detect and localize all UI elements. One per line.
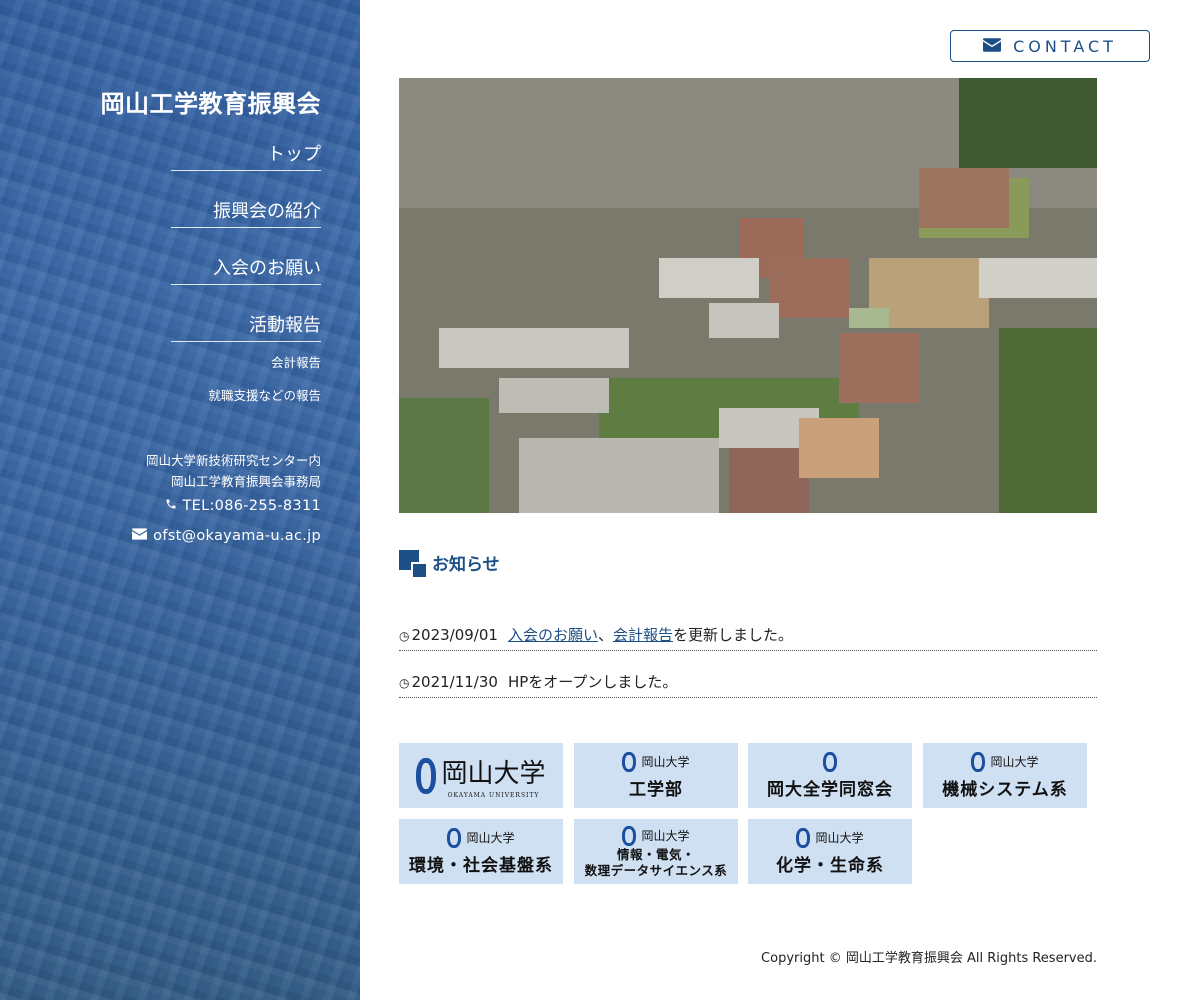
news-separator: 、 — [597, 626, 613, 644]
news-heading: お知らせ — [399, 550, 500, 577]
email-text: ofst@okayama-u.ac.jp — [153, 528, 321, 544]
banner-uni-name: 岡山大学 — [641, 755, 690, 769]
banner-label: 工学部 — [629, 779, 683, 800]
clock-icon: ◷ — [399, 629, 410, 643]
university-emblem-icon — [416, 757, 437, 794]
news-item: ◷ 2021/11/30 HPをオープンしました。 — [399, 671, 1097, 698]
banner-label: 環境・社会基盤系 — [409, 855, 553, 876]
banner-engineering-faculty[interactable]: 岡山大学 工学部 — [574, 743, 738, 808]
banner-label-line-2: 数理データサイエンス系 — [584, 862, 728, 878]
address-line-2: 岡山工学教育振興会事務局 — [170, 474, 321, 489]
news-title: お知らせ — [432, 555, 500, 575]
news-link-accounting[interactable]: 会計報告 — [613, 626, 673, 644]
banner-label: 岡大全学同窓会 — [767, 779, 893, 800]
contact-label: CONTACT — [1013, 36, 1117, 56]
email-line[interactable]: ofst@okayama-u.ac.jp — [132, 528, 321, 544]
university-emblem-icon — [796, 827, 811, 848]
contact-button[interactable]: CONTACT — [950, 30, 1150, 62]
nav-subitem-career-support[interactable]: 就職支援などの報告 — [171, 385, 321, 404]
university-emblem-icon — [971, 751, 986, 772]
banner-uni-en: OKAYAMA UNIVERSITY — [447, 791, 540, 799]
phone-line[interactable]: TEL:086-255-8311 — [165, 498, 322, 514]
banner-alumni-association[interactable]: 岡大全学同窓会 — [748, 743, 912, 808]
news-date: 2023/09/01 — [411, 626, 498, 644]
banner-uni-name: 岡山大学 — [441, 758, 546, 789]
news-item: ◷ 2023/09/01 入会のお願い、会計報告を更新しました。 — [399, 624, 1097, 651]
envelope-icon — [132, 528, 148, 544]
phone-text: TEL:086-255-8311 — [182, 498, 321, 514]
clock-icon: ◷ — [399, 676, 410, 690]
nav-item-activity-report[interactable]: 活動報告 — [171, 311, 321, 342]
nav-item-top[interactable]: トップ — [171, 140, 321, 171]
main-nav: トップ 振興会の紹介 入会のお願い 活動報告 会計報告 就職支援などの報告 — [171, 140, 321, 418]
banner-label: 化学・生命系 — [776, 855, 884, 876]
university-emblem-icon — [823, 751, 837, 772]
banner-label: 機械システム系 — [942, 779, 1068, 800]
banner-chemistry-life-sciences[interactable]: 岡山大学 化学・生命系 — [748, 819, 912, 884]
banner-uni-name: 岡山大学 — [990, 755, 1039, 769]
heading-square-icon — [399, 550, 426, 577]
copyright: Copyright © 岡山工学教育振興会 All Rights Reserve… — [761, 951, 1097, 966]
banner-okayama-university[interactable]: 岡山大学 OKAYAMA UNIVERSITY — [399, 743, 563, 808]
banner-uni-name: 岡山大学 — [641, 829, 690, 843]
nav-item-membership[interactable]: 入会のお願い — [171, 254, 321, 285]
campus-aerial-illustration — [399, 78, 1097, 513]
university-emblem-icon — [447, 827, 462, 848]
news-date: 2021/11/30 — [411, 673, 498, 691]
sidebar: 岡山工学教育振興会 トップ 振興会の紹介 入会のお願い 活動報告 会計報告 就職… — [0, 0, 360, 1000]
university-emblem-icon — [622, 825, 637, 846]
nav-item-about[interactable]: 振興会の紹介 — [171, 197, 321, 228]
banner-label-line-1: 情報・電気・ — [616, 846, 695, 862]
banner-environment-infrastructure[interactable]: 岡山大学 環境・社会基盤系 — [399, 819, 563, 884]
nav-subitem-accounting[interactable]: 会計報告 — [171, 352, 321, 371]
university-emblem-icon — [622, 751, 637, 772]
banner-mechanical-systems[interactable]: 岡山大学 機械システム系 — [923, 743, 1087, 808]
envelope-icon — [983, 37, 1002, 56]
news-link-membership[interactable]: 入会のお願い — [508, 626, 598, 644]
office-address: 岡山大学新技術研究センター内 岡山工学教育振興会事務局 — [146, 450, 321, 492]
address-line-1: 岡山大学新技術研究センター内 — [145, 453, 321, 468]
site-title[interactable]: 岡山工学教育振興会 — [101, 84, 322, 119]
banner-uni-name: 岡山大学 — [815, 831, 864, 845]
hero-aerial-photo — [399, 78, 1097, 513]
phone-icon — [165, 498, 177, 514]
news-text: HPをオープンしました。 — [507, 673, 678, 691]
news-text: を更新しました。 — [673, 626, 794, 644]
banner-uni-name: 岡山大学 — [466, 831, 515, 845]
banner-information-electrical-data-science[interactable]: 岡山大学 情報・電気・ 数理データサイエンス系 — [574, 819, 738, 884]
